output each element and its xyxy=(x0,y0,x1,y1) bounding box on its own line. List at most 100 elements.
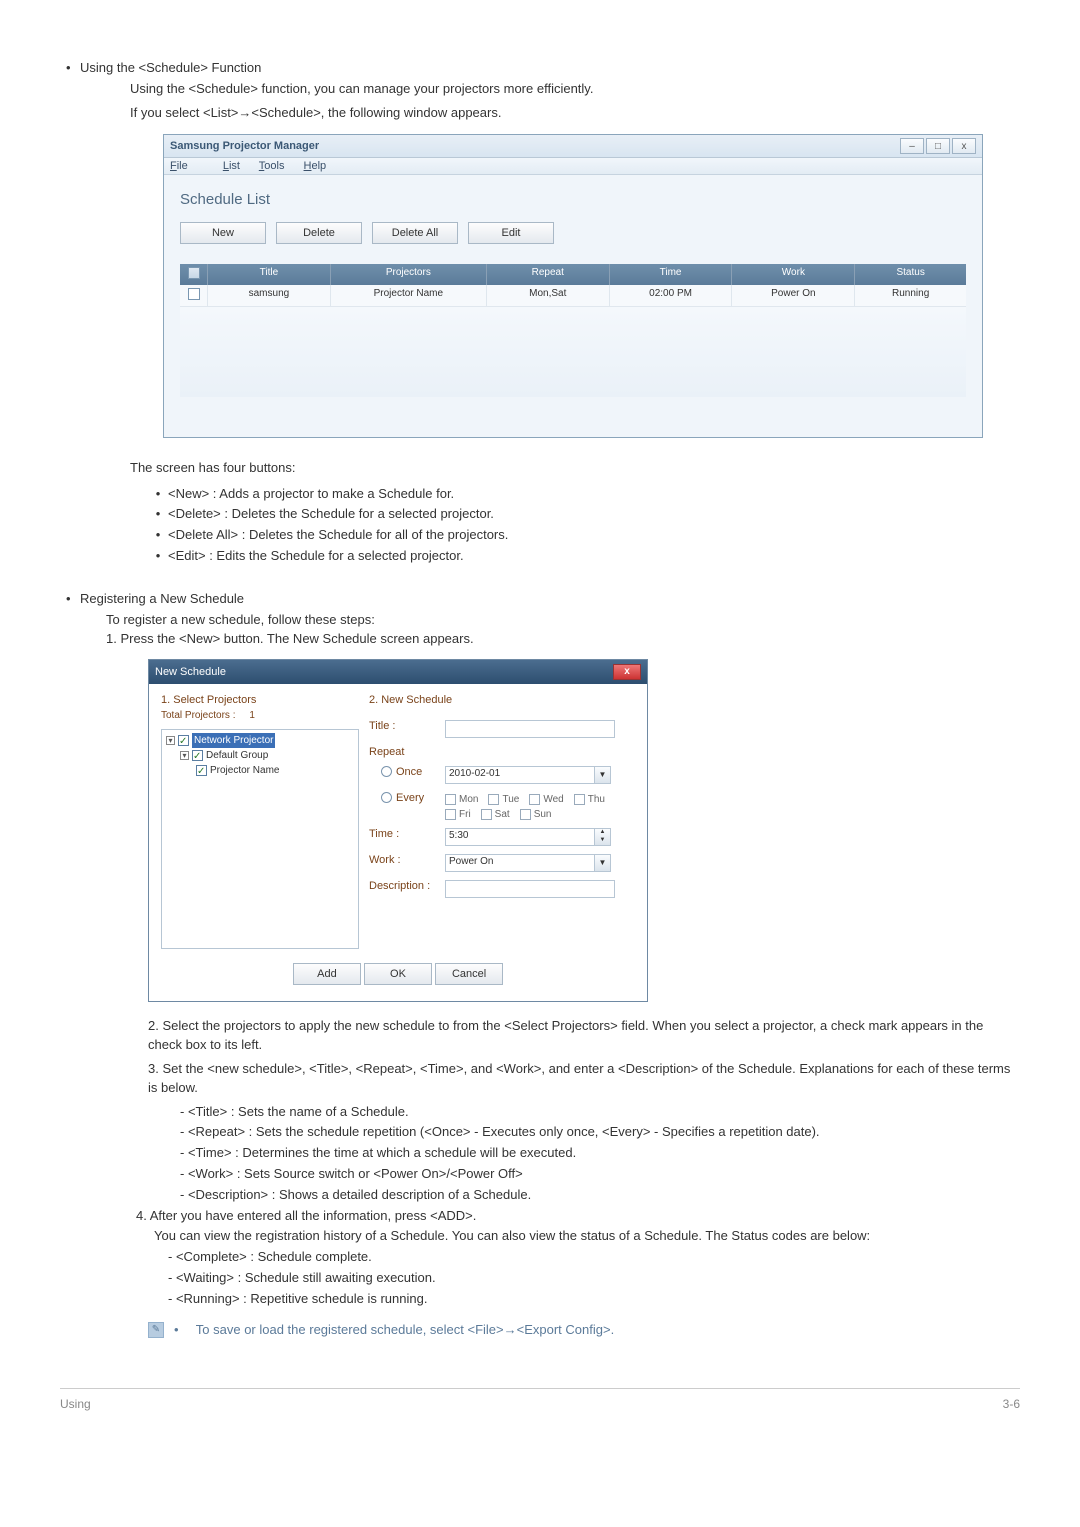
col-projectors[interactable]: Projectors xyxy=(331,264,487,285)
tree-root[interactable]: Network Projector xyxy=(192,733,275,748)
every-label: Every xyxy=(396,792,424,804)
tree-leaf[interactable]: Projector Name xyxy=(210,763,279,778)
minimize-icon[interactable]: – xyxy=(900,138,924,154)
step4a-text: You can view the registration history of… xyxy=(154,1226,1020,1247)
section2-line1: To register a new schedule, follow these… xyxy=(106,610,1020,630)
dropdown-icon[interactable]: ▼ xyxy=(595,766,611,784)
btn-desc-edit: <Edit> : Edits the Schedule for a select… xyxy=(168,546,464,567)
tree-checkbox[interactable] xyxy=(178,735,189,746)
bullet: • xyxy=(60,60,80,75)
btn-desc-new: <New> : Adds a projector to make a Sched… xyxy=(168,484,454,505)
cell-repeat: Mon,Sat xyxy=(487,285,610,306)
total-projectors-label: Total Projectors : xyxy=(161,710,235,721)
time-label: Time : xyxy=(369,828,439,840)
footer-right: 3-6 xyxy=(1003,1397,1020,1411)
close-icon[interactable]: x xyxy=(952,138,976,154)
menu-tools[interactable]: Tools xyxy=(259,160,285,172)
term-work: - <Work> : Sets Source switch or <Power … xyxy=(180,1164,1020,1185)
section1-line1: Using the <Schedule> function, you can m… xyxy=(130,79,1020,99)
term-title: - <Title> : Sets the name of a Schedule. xyxy=(180,1102,1020,1123)
col-work[interactable]: Work xyxy=(732,264,855,285)
tree-checkbox[interactable] xyxy=(196,765,207,776)
term-time: - <Time> : Determines the time at which … xyxy=(180,1143,1020,1164)
section2-line2: 1. Press the <New> button. The New Sched… xyxy=(106,629,1020,649)
description-input[interactable] xyxy=(445,880,615,898)
section1-title: Using the <Schedule> Function xyxy=(80,60,261,75)
select-projectors-heading: 1. Select Projectors xyxy=(161,694,359,706)
col-check[interactable] xyxy=(180,264,208,285)
menu-list[interactable]: List xyxy=(223,160,240,172)
step2-text: 2. Select the projectors to apply the ne… xyxy=(148,1016,1020,1055)
term-repeat: - <Repeat> : Sets the schedule repetitio… xyxy=(180,1122,1020,1143)
title-label: Title : xyxy=(369,720,439,732)
section1-line2: If you select <List>→<Schedule>, the fol… xyxy=(130,103,1020,123)
menubar: File List Tools Help xyxy=(164,158,982,175)
step4-text: 4. After you have entered all the inform… xyxy=(136,1206,1020,1227)
cell-time: 02:00 PM xyxy=(610,285,733,306)
spinner-icon[interactable]: ▲▼ xyxy=(595,828,611,846)
section2-title: Registering a New Schedule xyxy=(80,591,244,606)
description-label: Description : xyxy=(369,880,439,892)
new-schedule-dialog: New Schedule x 1. Select Projectors Tota… xyxy=(148,659,648,1002)
delete-button[interactable]: Delete xyxy=(276,222,362,244)
col-time[interactable]: Time xyxy=(610,264,733,285)
schedule-grid: Title Projectors Repeat Time Work Status… xyxy=(180,264,966,397)
note-text: To save or load the registered schedule,… xyxy=(196,1322,614,1337)
dialog-title: New Schedule xyxy=(155,666,226,678)
table-row[interactable]: samsung Projector Name Mon,Sat 02:00 PM … xyxy=(180,285,966,307)
new-schedule-heading: 2. New Schedule xyxy=(369,694,635,706)
title-input[interactable] xyxy=(445,720,615,738)
btn-desc-delete-all: <Delete All> : Deletes the Schedule for … xyxy=(168,525,508,546)
status-running: - <Running> : Repetitive schedule is run… xyxy=(168,1289,1020,1310)
sun-checkbox[interactable] xyxy=(520,809,531,820)
collapse-icon[interactable]: ▾ xyxy=(180,751,189,760)
dropdown-icon[interactable]: ▼ xyxy=(595,854,611,872)
mon-checkbox[interactable] xyxy=(445,794,456,805)
every-radio[interactable] xyxy=(381,792,392,803)
term-description: - <Description> : Shows a detailed descr… xyxy=(180,1185,1020,1206)
once-label: Once xyxy=(396,766,422,778)
fri-checkbox[interactable] xyxy=(445,809,456,820)
window-title: Samsung Projector Manager xyxy=(170,140,319,152)
once-date-input[interactable]: 2010-02-01 xyxy=(445,766,595,784)
cell-title: samsung xyxy=(208,285,331,306)
collapse-icon[interactable]: ▾ xyxy=(166,736,175,745)
tree-checkbox[interactable] xyxy=(192,750,203,761)
btn-desc-delete: <Delete> : Deletes the Schedule for a se… xyxy=(168,504,494,525)
bullet: • xyxy=(60,591,80,606)
wed-checkbox[interactable] xyxy=(529,794,540,805)
close-icon[interactable]: x xyxy=(613,664,641,680)
cell-projectors: Projector Name xyxy=(331,285,487,306)
total-projectors-value: 1 xyxy=(249,710,255,721)
edit-button[interactable]: Edit xyxy=(468,222,554,244)
work-label: Work : xyxy=(369,854,439,866)
ok-button[interactable]: OK xyxy=(364,963,432,985)
buttons-intro: The screen has four buttons: xyxy=(130,458,1020,478)
days-group: Mon Tue Wed Thu Fri Sat Sun xyxy=(445,794,635,820)
time-input[interactable]: 5:30 xyxy=(445,828,595,846)
projector-tree[interactable]: ▾Network Projector ▾Default Group Projec… xyxy=(161,729,359,949)
status-waiting: - <Waiting> : Schedule still awaiting ex… xyxy=(168,1268,1020,1289)
cancel-button[interactable]: Cancel xyxy=(435,963,503,985)
menu-file[interactable]: File xyxy=(170,160,204,172)
thu-checkbox[interactable] xyxy=(574,794,585,805)
add-button[interactable]: Add xyxy=(293,963,361,985)
tree-group[interactable]: Default Group xyxy=(206,748,268,763)
maximize-icon[interactable]: □ xyxy=(926,138,950,154)
sat-checkbox[interactable] xyxy=(481,809,492,820)
note-icon: ✎ xyxy=(148,1322,164,1338)
tue-checkbox[interactable] xyxy=(488,794,499,805)
col-status[interactable]: Status xyxy=(855,264,966,285)
once-radio[interactable] xyxy=(381,766,392,777)
cell-work: Power On xyxy=(732,285,855,306)
repeat-label: Repeat xyxy=(369,746,439,758)
cell-status: Running xyxy=(855,285,966,306)
delete-all-button[interactable]: Delete All xyxy=(372,222,458,244)
schedule-list-window: Samsung Projector Manager – □ x File Lis… xyxy=(163,134,983,438)
menu-help[interactable]: Help xyxy=(304,160,327,172)
col-title[interactable]: Title xyxy=(208,264,331,285)
new-button[interactable]: New xyxy=(180,222,266,244)
col-repeat[interactable]: Repeat xyxy=(487,264,610,285)
schedule-list-heading: Schedule List xyxy=(180,191,966,208)
work-select[interactable]: Power On xyxy=(445,854,595,872)
